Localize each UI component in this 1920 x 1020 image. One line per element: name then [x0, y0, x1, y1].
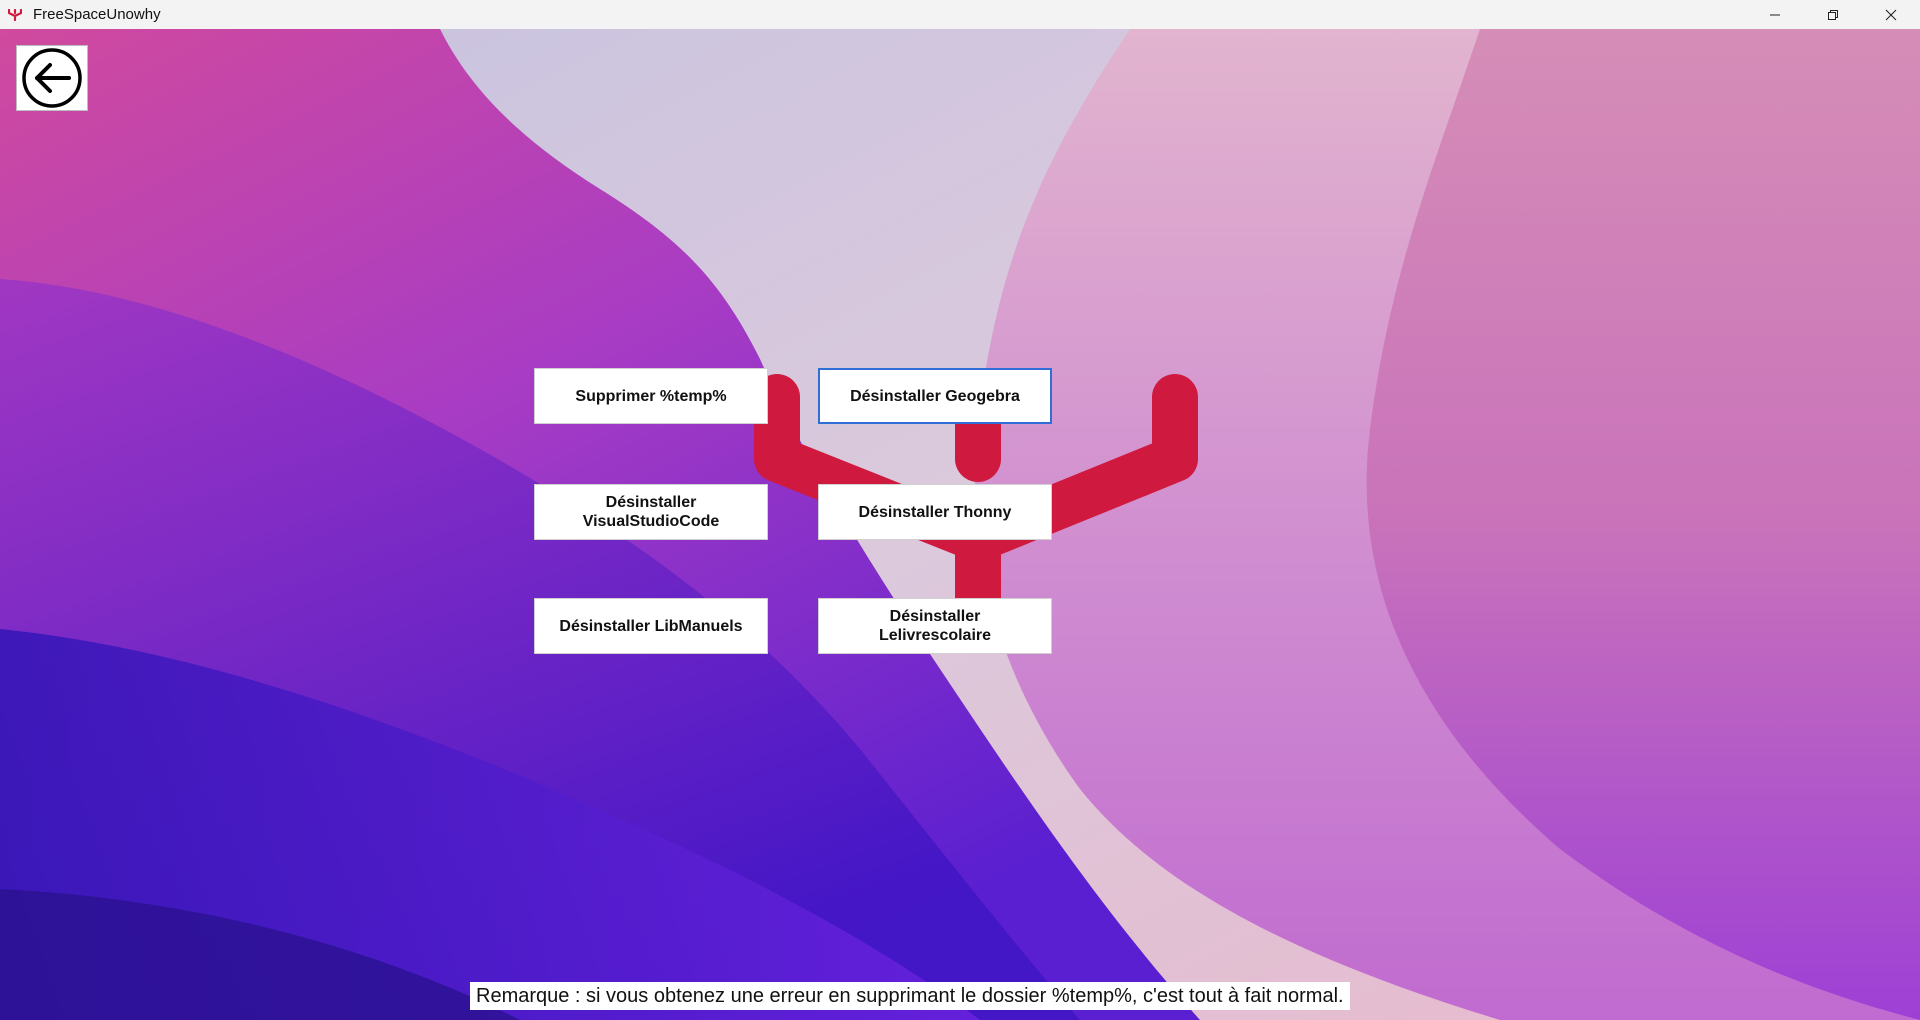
uninstall-geogebra-button[interactable]: Désinstaller Geogebra: [818, 368, 1052, 424]
restore-button[interactable]: [1804, 0, 1862, 29]
uninstall-thonny-label: Désinstaller Thonny: [858, 503, 1012, 521]
uninstall-lelivrescolaire-button[interactable]: Désinstaller Lelivrescolaire: [818, 598, 1052, 654]
main-content: Supprimer %temp% Désinstaller Geogebra D…: [0, 29, 1920, 1020]
close-button[interactable]: [1862, 0, 1920, 29]
minimize-icon: [1770, 14, 1780, 15]
window-controls: [1746, 0, 1920, 29]
delete-temp-label: Supprimer %temp%: [575, 387, 727, 405]
uninstall-vscode-button[interactable]: Désinstaller VisualStudioCode: [534, 484, 768, 540]
uninstall-vscode-label-line1: Désinstaller: [605, 494, 697, 511]
minimize-button[interactable]: [1746, 0, 1804, 29]
delete-temp-button[interactable]: Supprimer %temp%: [534, 368, 768, 424]
uninstall-libmanuels-label: Désinstaller LibManuels: [559, 617, 743, 635]
restore-icon: [1828, 9, 1838, 20]
app-window: FreeSpaceUnowhy Supprimer %temp% Désinst…: [0, 0, 1920, 1020]
title-bar: FreeSpaceUnowhy: [0, 0, 1920, 30]
app-logo-icon: [7, 7, 23, 23]
uninstall-libmanuels-button[interactable]: Désinstaller LibManuels: [534, 598, 768, 654]
uninstall-thonny-button[interactable]: Désinstaller Thonny: [818, 484, 1052, 540]
uninstall-vscode-label-line2: VisualStudioCode: [582, 513, 720, 530]
temp-error-note: Remarque : si vous obtenez une erreur en…: [470, 982, 1350, 1010]
close-icon: [1885, 9, 1897, 20]
uninstall-lelivrescolaire-label-line2: Lelivrescolaire: [878, 627, 992, 644]
uninstall-geogebra-label: Désinstaller Geogebra: [850, 387, 1020, 405]
uninstall-lelivrescolaire-label-line1: Désinstaller: [889, 608, 981, 625]
window-title: FreeSpaceUnowhy: [33, 6, 161, 23]
